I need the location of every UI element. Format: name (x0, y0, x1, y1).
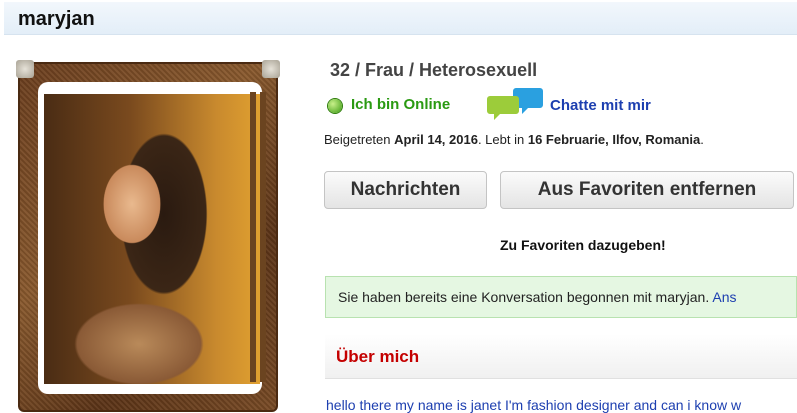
photo-mat (38, 82, 262, 394)
chat-bubbles-icon[interactable] (486, 86, 544, 122)
profile-photo-frame (16, 60, 280, 412)
about-me-title: Über mich (336, 347, 420, 366)
profile-header: maryjan (4, 2, 797, 35)
joined-date: April 14, 2016 (394, 132, 478, 147)
favorite-added-message: Zu Favoriten dazugeben! (500, 237, 666, 253)
frame-decoration (250, 92, 274, 382)
joined-middle: . Lebt in (477, 132, 525, 147)
joined-prefix: Beigetreten (324, 132, 391, 147)
frame-corner (16, 60, 34, 78)
joined-location: 16 Februarie, Ilfov, Romania (527, 132, 701, 147)
notice-link[interactable]: Ans (712, 289, 736, 305)
frame-corner (262, 60, 280, 78)
online-status-text: Ich bin Online (351, 96, 451, 113)
username-title: maryjan (18, 8, 95, 30)
online-status-icon (328, 99, 342, 113)
bio-text: hello there my name is janet I'm fashion… (326, 397, 742, 413)
profile-summary: 32 / Frau / Heterosexuell (330, 60, 538, 80)
chat-with-me-link[interactable]: Chatte mit mir (550, 97, 651, 114)
joined-info: Beigetreten April 14, 2016. Lebt in 16 F… (324, 132, 704, 147)
messages-button[interactable]: Nachrichten (324, 171, 487, 209)
notice-text: Sie haben bereits eine Konversation bego… (338, 289, 710, 305)
remove-favorite-button[interactable]: Aus Favoriten entfernen (500, 171, 794, 209)
joined-suffix: . (700, 132, 704, 147)
conversation-notice: Sie haben bereits eine Konversation bego… (325, 276, 797, 318)
about-me-section: Über mich (325, 334, 797, 379)
profile-photo[interactable] (44, 94, 260, 384)
